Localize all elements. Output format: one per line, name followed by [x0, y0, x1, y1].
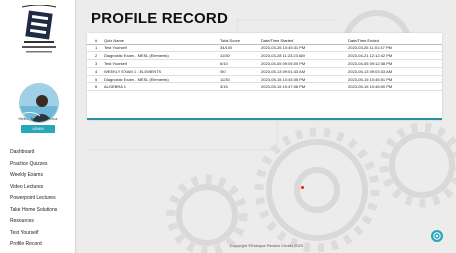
date-started: 2023-03-26 10:45:31 PM: [261, 44, 348, 53]
row-number: 2: [87, 51, 104, 61]
quiz-name: Diagnostic Exam - MESL (Elements): [104, 51, 220, 61]
row-number: 3: [87, 59, 104, 68]
total-score: 3/15: [220, 82, 261, 92]
sidebar-item-dashboard[interactable]: Dashboard: [10, 147, 76, 159]
table-row: 1 Test Yourself 34/100 2023-03-26 10:45:…: [87, 44, 442, 53]
sidebar-item-weekly-exams[interactable]: Weekly Exams: [10, 170, 76, 182]
sidebar-nav: Dashboard Practice Quizzes Weekly Exams …: [10, 147, 76, 251]
footer-copyright: Copyright ©Estoque Review Center 2023: [229, 243, 304, 248]
sidebar-item-video-lectures[interactable]: Video Lectures: [10, 182, 76, 194]
sidebar-item-take-home-solutions[interactable]: Take Home Solutions: [10, 205, 76, 217]
profile-record-table-card: # Quiz Name Total Score Date/Time Starte…: [87, 33, 442, 120]
sidebar-item-profile-record[interactable]: Profile Record: [10, 239, 76, 251]
profile-record-table: # Quiz Name Total Score Date/Time Starte…: [87, 33, 442, 92]
table-row: 5 Diagnostic Exam - MESL (Elements) 11/3…: [87, 75, 442, 84]
date-started: 2023-03-28 11:23:23 AM: [261, 51, 348, 61]
date-started: 2023-05-15 10:47:06 PM: [261, 82, 348, 92]
quiz-name: ALGEBRA 1: [104, 82, 220, 92]
column-header-quiz-name: Quiz Name: [104, 33, 220, 45]
quiz-name: Test Yourself: [104, 44, 220, 53]
date-ended: 2023-04-21 12:12:42 PM: [348, 51, 442, 61]
date-started: 2023-04-05 09:04:00 PM: [261, 59, 348, 68]
quiz-name: WEEKLY EXAM 1 - ELEMENTS: [104, 67, 220, 76]
total-score: 34/100: [220, 44, 261, 53]
total-score: 11/30: [220, 75, 261, 84]
date-ended: 2023-04-05 09:12:38 PM: [348, 59, 442, 68]
table-header-row: # Quiz Name Total Score Date/Time Starte…: [87, 33, 442, 45]
quiz-name: Diagnostic Exam - MESL (Elements): [104, 75, 220, 84]
sidebar-item-resources[interactable]: Resources: [10, 216, 76, 228]
user-greeting: Hello, Juan Dela Cruz: [18, 116, 58, 121]
row-number: 5: [87, 75, 104, 84]
table-row: 3 Test Yourself 6/10 2023-04-05 09:04:00…: [87, 59, 442, 68]
help-icon: [433, 232, 441, 240]
sidebar: Hello, Juan Dela Cruz ADMIN Dashboard Pr…: [0, 0, 76, 253]
table-row: 6 ALGEBRA 1 3/15 2023-05-15 10:47:06 PM …: [87, 82, 442, 92]
column-header-total-score: Total Score: [220, 33, 261, 45]
total-score: 11/30: [220, 51, 261, 61]
sidebar-item-powerpoint-lectures[interactable]: Powerpoint Lectures: [10, 193, 76, 205]
quiz-name: Test Yourself: [104, 59, 220, 68]
date-ended: 2023-05-15 10:46:51 PM: [348, 75, 442, 84]
column-header-date-started: Date/Time Started: [261, 33, 348, 45]
column-header-date-ended: Date/Time Ended: [348, 33, 442, 45]
date-started: 2023-05-15 10:45:35 PM: [261, 75, 348, 84]
main-content: PROFILE RECORD # Quiz Name Total Score D…: [77, 0, 456, 253]
row-number: 6: [87, 82, 104, 92]
row-number: 4: [87, 67, 104, 76]
date-ended: 2023-03-26 11:01:47 PM: [348, 44, 442, 53]
help-button[interactable]: [431, 230, 443, 242]
table-row: 4 WEEKLY EXAM 1 - ELEMENTS /50 2023-05-1…: [87, 67, 442, 76]
date-ended: 2023-05-15 10:48:00 PM: [348, 82, 442, 92]
table-row: 2 Diagnostic Exam - MESL (Elements) 11/3…: [87, 51, 442, 61]
column-header-number: #: [87, 33, 104, 45]
date-ended: 2023-05-13 09:03:33 AM: [348, 67, 442, 76]
sidebar-item-test-yourself[interactable]: Test Yourself: [10, 228, 76, 240]
cursor-dot: [301, 186, 304, 189]
total-score: 6/10: [220, 59, 261, 68]
admin-button[interactable]: ADMIN: [21, 125, 55, 133]
date-started: 2023-05-13 09:01:43 AM: [261, 67, 348, 76]
total-score: /50: [220, 67, 261, 76]
row-number: 1: [87, 44, 104, 53]
page-title: PROFILE RECORD: [91, 10, 228, 27]
sidebar-item-practice-quizzes[interactable]: Practice Quizzes: [10, 159, 76, 171]
e3-logo-icon[interactable]: [18, 5, 60, 55]
